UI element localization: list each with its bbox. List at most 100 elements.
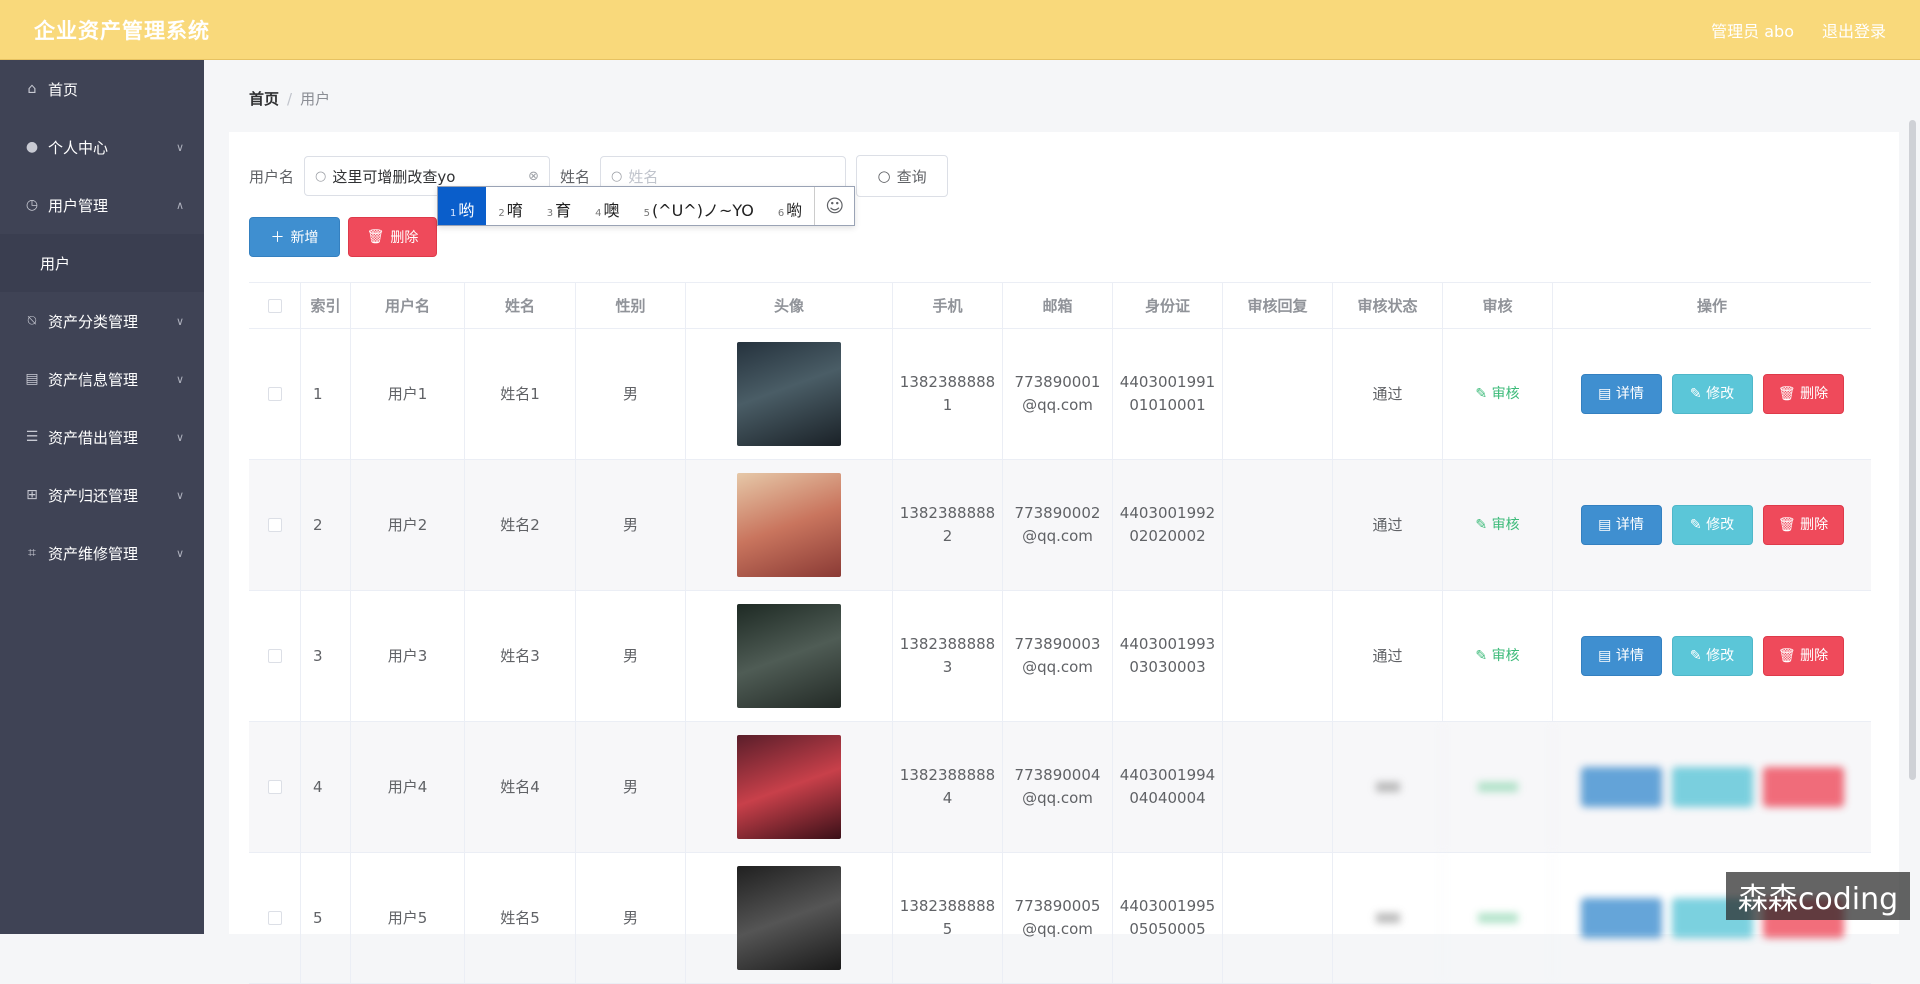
cell-phone: 13823888881	[893, 329, 1003, 459]
select-all-checkbox[interactable]	[268, 299, 282, 313]
detail-button[interactable]: ▤ 详情	[1581, 505, 1662, 545]
col-header[interactable]: 姓名	[465, 283, 576, 328]
cell-avatar	[686, 853, 893, 983]
delete-button[interactable]	[1763, 767, 1844, 807]
query-button[interactable]: ○ 查询	[856, 155, 948, 197]
row-checkbox[interactable]	[268, 387, 282, 401]
col-header[interactable]: 审核	[1443, 283, 1553, 328]
clear-icon[interactable]: ⊗	[528, 169, 539, 184]
ime-candidate-text: 喲	[786, 197, 802, 221]
sidebar-item-asset-return[interactable]: ⊞ 资产归还管理 ∨	[0, 466, 204, 524]
detail-button[interactable]: ▤ 详情	[1581, 636, 1662, 676]
cell-audit: ✎ 审核	[1443, 329, 1553, 459]
cell-index: 1	[301, 329, 351, 459]
cell-gender: 男	[576, 722, 686, 852]
sidebar-item-home[interactable]: ⌂ 首页	[0, 60, 204, 118]
cell-audit-status	[1333, 853, 1443, 983]
sidebar-item-profile[interactable]: ● 个人中心 ∨	[0, 118, 204, 176]
pencil-icon: ✎	[1475, 648, 1491, 664]
vertical-scrollbar[interactable]	[1909, 120, 1916, 780]
edit-button-label: 修改	[1706, 514, 1734, 537]
audit-link[interactable]: ✎ 审核	[1475, 645, 1519, 668]
emoji-icon[interactable]: ☺	[814, 187, 854, 225]
detail-button[interactable]	[1581, 898, 1662, 938]
cell-username: 用户3	[351, 591, 465, 721]
row-checkbox[interactable]	[268, 518, 282, 532]
table-row: 1 用户1 姓名1 男 13823888881 773890001@qq.com…	[249, 329, 1871, 460]
trash-icon: 🗑	[1778, 383, 1800, 406]
search-icon: ○	[877, 167, 890, 185]
col-header[interactable]: 审核状态	[1333, 283, 1443, 328]
email-line: 773890005	[1015, 895, 1101, 918]
audit-link-label: 审核	[1492, 648, 1520, 664]
batch-delete-button[interactable]: 🗑 删除	[348, 217, 437, 257]
cell-name: 姓名5	[465, 853, 576, 983]
col-header[interactable]: 邮箱	[1003, 283, 1113, 328]
cell-audit-reply	[1223, 853, 1333, 983]
detail-button[interactable]	[1581, 767, 1662, 807]
cell-id-card: 440300199404040004	[1113, 722, 1223, 852]
col-header[interactable]: 手机	[893, 283, 1003, 328]
ime-candidate[interactable]: 5(^U^)ノ~YO	[632, 187, 766, 225]
chevron-down-icon: ∨	[176, 489, 184, 502]
sidebar-subitem-user[interactable]: 用户	[0, 234, 204, 292]
row-checkbox[interactable]	[268, 911, 282, 925]
add-button[interactable]: ＋ 新增	[249, 217, 340, 257]
id-line: 4403001994	[1120, 764, 1215, 787]
col-header[interactable]: 身份证	[1113, 283, 1223, 328]
cell-avatar	[686, 329, 893, 459]
email-line: @qq.com	[1022, 787, 1093, 810]
cell-actions	[1553, 722, 1871, 852]
plus-icon: ＋	[271, 227, 285, 247]
detail-button[interactable]: ▤ 详情	[1581, 374, 1662, 414]
add-button-label: 新增	[291, 227, 319, 247]
cell-email: 773890001@qq.com	[1003, 329, 1113, 459]
audit-link[interactable]: ✎ 审核	[1475, 514, 1519, 537]
row-checkbox[interactable]	[268, 780, 282, 794]
name-input-placeholder: 姓名	[628, 166, 658, 187]
sidebar-item-asset-lend[interactable]: ☰ 资产借出管理 ∨	[0, 408, 204, 466]
edit-button[interactable]: ✎ 修改	[1672, 505, 1753, 545]
delete-button[interactable]: 🗑 删除	[1763, 636, 1844, 676]
trash-icon: 🗑	[1778, 645, 1800, 668]
cell-phone: 13823888883	[893, 591, 1003, 721]
row-checkbox[interactable]	[268, 649, 282, 663]
ime-candidate[interactable]: 6喲	[766, 187, 814, 225]
edit-button[interactable]: ✎ 修改	[1672, 374, 1753, 414]
table-row: 5 用户5 姓名5 男 13823888885 773890005@qq.com…	[249, 853, 1871, 984]
admin-label[interactable]: 管理员 abo	[1711, 18, 1794, 42]
col-header[interactable]: 用户名	[351, 283, 465, 328]
cell-audit-status: 通过	[1333, 329, 1443, 459]
email-line: @qq.com	[1022, 525, 1093, 548]
cell-audit-reply	[1223, 591, 1333, 721]
col-header: 操作	[1553, 283, 1871, 328]
ime-candidate[interactable]: 4噢	[583, 187, 631, 225]
edit-button[interactable]	[1672, 767, 1753, 807]
edit-button[interactable]: ✎ 修改	[1672, 636, 1753, 676]
delete-button[interactable]: 🗑 删除	[1763, 374, 1844, 414]
ime-candidate[interactable]: 2唷	[486, 187, 534, 225]
col-header[interactable]: 审核回复	[1223, 283, 1333, 328]
watermark: 森森coding	[1726, 872, 1910, 920]
col-header[interactable]: 头像	[686, 283, 893, 328]
ime-candidate[interactable]: 3育	[535, 187, 583, 225]
sidebar-item-asset-info[interactable]: ▤ 资产信息管理 ∨	[0, 350, 204, 408]
sidebar-item-users[interactable]: ◷ 用户管理 ∧	[0, 176, 204, 234]
breadcrumb-home[interactable]: 首页	[249, 90, 279, 108]
delete-button-label: 删除	[390, 227, 418, 247]
ime-candidate-bar: 1哟 2唷 3育 4噢 5(^U^)ノ~YO 6喲 ☺	[437, 186, 855, 226]
delete-button[interactable]: 🗑 删除	[1763, 505, 1844, 545]
sidebar-item-asset-category[interactable]: ⍉ 资产分类管理 ∨	[0, 292, 204, 350]
cell-name: 姓名3	[465, 591, 576, 721]
sidebar-item-label: 资产归还管理	[48, 485, 138, 506]
col-header[interactable]: 索引	[301, 283, 351, 328]
edit-button-label: 修改	[1706, 383, 1734, 406]
sidebar-item-asset-repair[interactable]: ⌗ 资产维修管理 ∨	[0, 524, 204, 582]
logout-link[interactable]: 退出登录	[1822, 18, 1886, 42]
col-header[interactable]: 性别	[576, 283, 686, 328]
ime-candidate[interactable]: 1哟	[438, 187, 486, 225]
breadcrumb-separator: /	[287, 90, 292, 108]
ime-candidate-number: 1	[450, 208, 456, 219]
audit-link[interactable]: ✎ 审核	[1475, 383, 1519, 406]
cell-id-card: 440300199303030003	[1113, 591, 1223, 721]
